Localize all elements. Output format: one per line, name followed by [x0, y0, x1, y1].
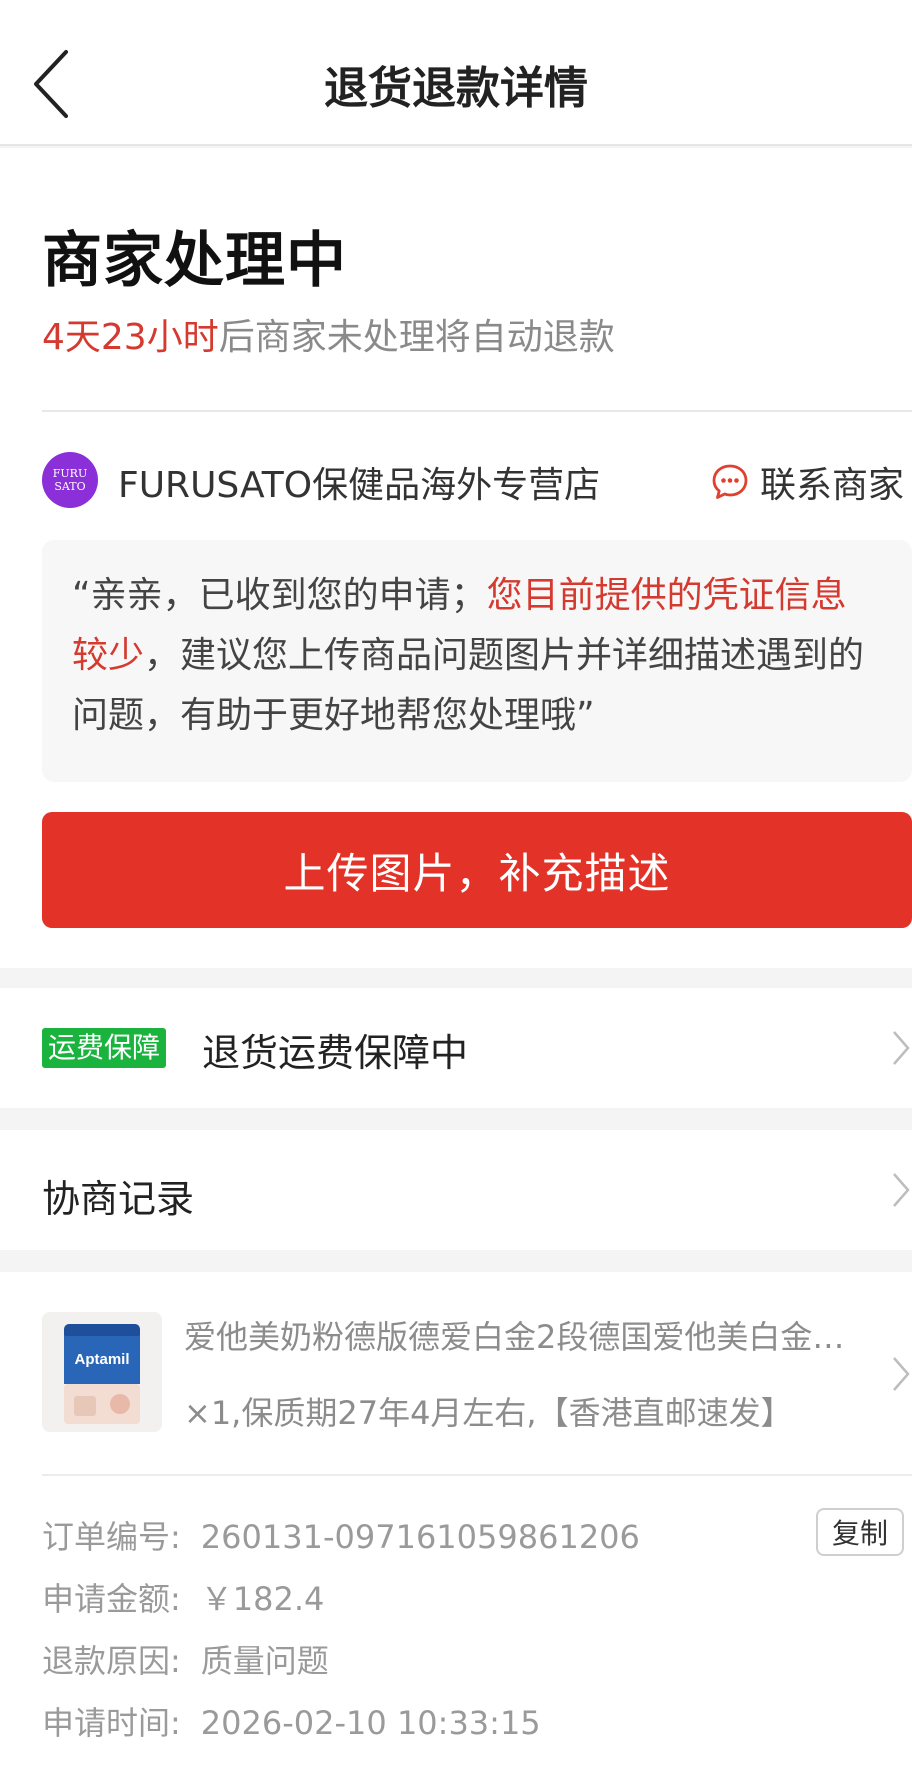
shipping-guarantee-row[interactable]: 运费保障 退货运费保障中 [0, 988, 912, 1108]
chat-bubble-icon [712, 464, 748, 499]
order-number-value: 260131-097161059861206 [200, 1518, 640, 1556]
shipping-guarantee-badge: 运费保障 [42, 1028, 167, 1068]
chevron-right-icon [893, 1357, 910, 1391]
product-brand-text: Aptamil [74, 1351, 129, 1368]
page-title: 退货退款详情 [324, 63, 588, 114]
store-logo-line2: SATO [54, 480, 86, 493]
divider [42, 1474, 912, 1476]
message-part1: “亲亲，已收到您的申请； [72, 575, 487, 616]
product-image[interactable]: Aptamil [42, 1312, 162, 1432]
apply-time-value: 2026-02-10 10:33:15 [200, 1704, 541, 1742]
store-name[interactable]: FURUSATO保健品海外专营店 [118, 456, 600, 508]
store-row: FURU SATO FURUSATO保健品海外专营店 联系商家 [42, 448, 912, 514]
product-title[interactable]: 爱他美奶粉德版德爱白金2段德国爱他美白金… [184, 1312, 864, 1358]
amount-value: ￥182.4 [200, 1580, 325, 1618]
product-spec: ×1,保质期27年4月左右,【香港直邮速发】 [184, 1394, 793, 1432]
amount-label: 申请金额: [42, 1580, 181, 1618]
order-card: Aptamil 爱他美奶粉德版德爱白金2段德国爱他美白金… ×1,保质期27年4… [0, 1272, 912, 1772]
chevron-right-icon [893, 1173, 910, 1207]
order-number-label: 订单编号: [42, 1518, 181, 1556]
contact-merchant-label: 联系商家 [759, 465, 904, 506]
store-logo[interactable]: FURU SATO [42, 452, 98, 508]
reason-value: 质量问题 [200, 1642, 329, 1680]
status-subtitle: 4天23小时后商家未处理将自动退款 [42, 308, 615, 360]
order-number-row: 订单编号: 260131-097161059861206 [42, 1512, 640, 1558]
status-card: 商家处理中 4天23小时后商家未处理将自动退款 FURU SATO FURUSA… [0, 148, 912, 968]
apply-time-label: 申请时间: [42, 1704, 181, 1742]
copy-order-number-button[interactable]: 复制 [816, 1508, 904, 1556]
countdown-text: 4天23小时 [42, 317, 219, 358]
amount-row: 申请金额: ￥182.4 [42, 1574, 324, 1620]
upload-images-button[interactable]: 上传图片，补充描述 [42, 812, 912, 928]
reason-label: 退款原因: [42, 1642, 181, 1680]
negotiation-record-label: 协商记录 [42, 1177, 195, 1221]
store-logo-line1: FURU [52, 467, 88, 480]
chevron-right-icon [893, 1031, 910, 1065]
status-title: 商家处理中 [42, 226, 347, 296]
top-bar: 退货退款详情 [0, 0, 912, 146]
merchant-message: “亲亲，已收到您的申请；您目前提供的凭证信息较少，建议您上传商品问题图片并详细描… [42, 540, 912, 782]
contact-merchant-button[interactable]: 联系商家 [710, 454, 904, 510]
countdown-suffix: 后商家未处理将自动退款 [218, 317, 615, 358]
apply-time-row: 申请时间: 2026-02-10 10:33:15 [42, 1698, 541, 1744]
negotiation-record-row[interactable]: 协商记录 [0, 1130, 912, 1250]
refund-detail-page: 退货退款详情 商家处理中 4天23小时后商家未处理将自动退款 FURU SATO… [0, 0, 912, 1772]
message-part3: ，建议您上传商品问题图片并详细描述遇到的问题，有助于更好地帮您处理哦” [72, 635, 865, 736]
divider [42, 410, 912, 412]
product-can-image: Aptamil [42, 1312, 162, 1432]
reason-row: 退款原因: 质量问题 [42, 1636, 329, 1682]
shipping-guarantee-text: 退货运费保障中 [202, 1031, 469, 1075]
